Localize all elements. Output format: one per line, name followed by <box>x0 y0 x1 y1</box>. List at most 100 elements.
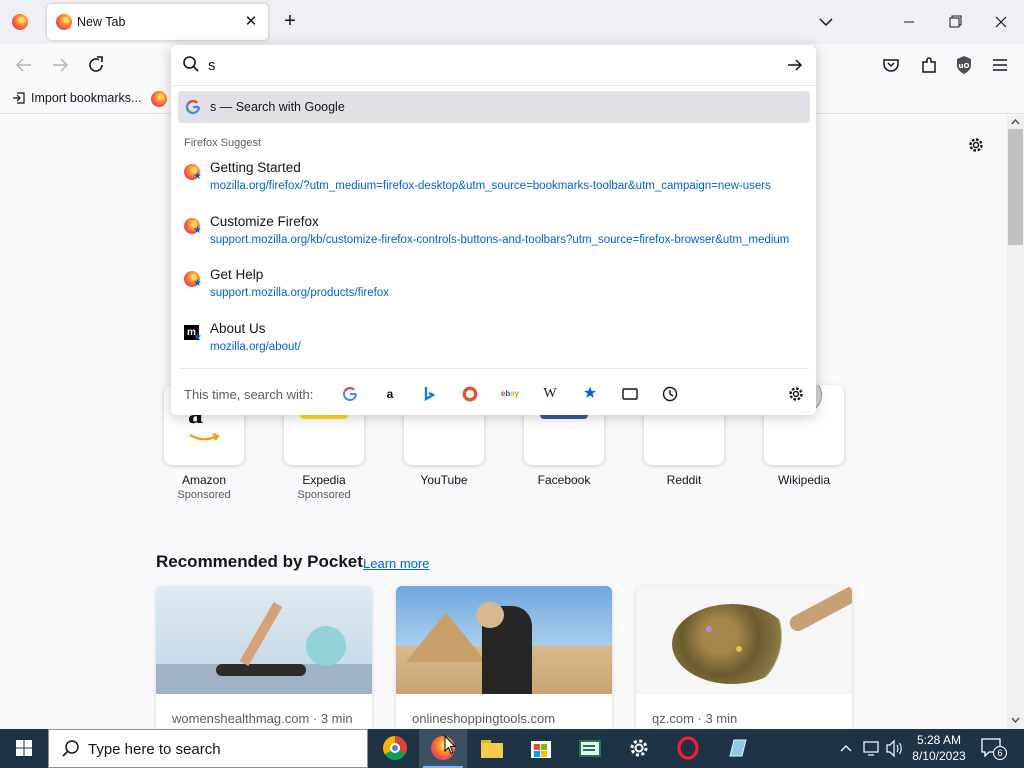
card-image <box>396 586 612 694</box>
google-icon[interactable] <box>340 384 360 404</box>
volume-icon[interactable] <box>884 729 904 768</box>
card-image <box>636 586 852 694</box>
tab-new-tab[interactable]: New Tab ✕ <box>47 4 268 40</box>
suggestion-title: Customize Firefox <box>210 214 319 229</box>
suggestion-row[interactable]: m ★ About Us mozilla.org/about/ <box>178 319 810 369</box>
restore-icon[interactable] <box>932 0 978 44</box>
personalize-gear-icon[interactable] <box>966 135 986 155</box>
scroll-down-icon[interactable] <box>1011 715 1020 724</box>
new-tab-button[interactable]: + <box>279 11 301 33</box>
tab-title: New Tab <box>77 15 126 29</box>
taskbar-app[interactable] <box>566 729 614 768</box>
taskbar-file-explorer[interactable] <box>468 729 516 768</box>
close-window-icon[interactable] <box>978 0 1024 44</box>
extensions-icon[interactable] <box>917 53 941 77</box>
top-site-label: YouTube <box>420 473 468 487</box>
taskbar-search-box[interactable]: Type here to search <box>48 729 368 768</box>
suggestion-title: Get Help <box>210 267 264 282</box>
forward-icon[interactable] <box>48 53 72 77</box>
store-icon <box>529 736 553 760</box>
bookmark-favicon: m ★ <box>184 325 204 345</box>
card-source: qz.com · 3 min <box>652 711 738 726</box>
taskbar-chrome[interactable] <box>371 729 419 768</box>
bookmark-star-icon: ★ <box>193 171 202 182</box>
ebay-icon[interactable]: ebay <box>500 384 520 404</box>
bing-icon[interactable] <box>420 384 440 404</box>
bookmark-favicon: ★ <box>184 218 204 238</box>
bookmarks-star-icon[interactable]: ★ <box>580 384 600 404</box>
mouse-cursor-icon <box>444 735 456 755</box>
notification-count-badge: 6 <box>993 746 1007 760</box>
close-tab-icon[interactable]: ✕ <box>241 12 261 32</box>
svg-text:uO: uO <box>959 62 970 70</box>
menu-icon[interactable] <box>988 53 1012 77</box>
minimize-icon[interactable] <box>886 0 932 44</box>
reload-icon[interactable] <box>84 53 108 77</box>
firefox-view-icon[interactable] <box>12 14 28 30</box>
taskbar-opera[interactable] <box>664 729 712 768</box>
suggestion-row[interactable]: ★ Get Help support.mozilla.org/products/… <box>178 265 810 315</box>
bookmark-favicon: ★ <box>184 271 204 291</box>
top-site-label: Expedia <box>302 473 346 487</box>
scroll-up-icon[interactable] <box>1011 118 1020 127</box>
pocket-icon[interactable] <box>879 53 903 77</box>
document-app-icon <box>578 736 602 760</box>
learn-more-link[interactable]: Learn more <box>363 556 429 571</box>
pocket-card[interactable]: onlineshoppingtools.com <box>396 586 612 729</box>
duckduckgo-icon[interactable] <box>460 384 480 404</box>
taskbar-store[interactable] <box>517 729 565 768</box>
pocket-card[interactable]: qz.com · 3 min <box>636 586 852 729</box>
suggestion-title: Getting Started <box>210 160 301 175</box>
bookmark-favicon: ★ <box>184 164 204 184</box>
go-arrow-icon[interactable] <box>785 55 805 75</box>
search-settings-gear-icon[interactable] <box>786 384 806 404</box>
network-icon[interactable] <box>862 729 880 768</box>
chevron-down-icon[interactable] <box>816 12 836 32</box>
tabs-icon[interactable] <box>620 384 640 404</box>
taskbar-settings[interactable] <box>615 729 663 768</box>
amazon-icon[interactable]: a <box>380 384 400 404</box>
urlbar-input[interactable] <box>208 54 768 76</box>
bookmark-star-icon: ★ <box>193 332 202 343</box>
suggestion-url: support.mozilla.org/kb/customize-firefox… <box>210 234 790 246</box>
action-center-button[interactable]: 6 <box>980 737 1007 761</box>
suggestion-url: support.mozilla.org/products/firefox <box>210 287 389 299</box>
bookmark-star-icon: ★ <box>193 278 202 289</box>
top-site-label: Facebook <box>537 473 591 487</box>
suggestion-row[interactable]: ★ Customize Firefox support.mozilla.org/… <box>178 212 810 262</box>
folder-icon <box>480 736 504 760</box>
search-icon <box>62 740 79 757</box>
top-site-label: Amazon <box>181 473 227 487</box>
clock-time: 5:28 AM <box>916 733 962 747</box>
card-source: onlineshoppingtools.com <box>412 711 556 726</box>
wikipedia-icon[interactable]: W <box>540 384 560 404</box>
pocket-card[interactable]: womenshealthmag.com · 3 min <box>156 586 372 729</box>
back-icon[interactable] <box>12 53 36 77</box>
taskbar-search-placeholder: Type here to search <box>88 741 221 758</box>
import-bookmarks-label: Import bookmarks... <box>31 91 142 105</box>
top-site-label: Wikipedia <box>777 473 831 487</box>
search-with-google-row[interactable]: s — Search with Google <box>178 91 810 123</box>
clock-date: 8/10/2023 <box>912 749 966 763</box>
google-icon <box>185 99 201 115</box>
show-hidden-icons-chevron-icon[interactable] <box>838 729 854 768</box>
suggestion-url: mozilla.org/firefox/?utm_medium=firefox-… <box>210 180 771 192</box>
pocket-heading: Recommended by Pocket <box>156 552 363 571</box>
page-scrollbar[interactable] <box>1007 115 1024 729</box>
scrollbar-thumb[interactable] <box>1008 129 1023 245</box>
notepad-icon <box>729 739 747 757</box>
taskbar-firefox[interactable] <box>419 729 467 768</box>
history-icon[interactable] <box>660 384 680 404</box>
suggestion-url: mozilla.org/about/ <box>210 341 301 353</box>
sponsored-label: Sponsored <box>177 489 231 501</box>
system-clock[interactable]: 5:28 AM 8/10/2023 <box>908 732 970 764</box>
suggestion-title: About Us <box>210 321 266 336</box>
windows-taskbar: Type here to search 5:28 AM 8/10/2023 6 <box>0 729 1024 768</box>
taskbar-app[interactable] <box>713 729 761 768</box>
windows-start-icon[interactable] <box>0 729 48 768</box>
import-bookmarks-button[interactable]: Import bookmarks... <box>12 91 141 105</box>
suggestion-row[interactable]: ★ Getting Started mozilla.org/firefox/?u… <box>178 158 810 208</box>
firefox-bookmark-icon[interactable] <box>151 91 167 107</box>
ublock-origin-icon[interactable]: uO <box>952 53 976 77</box>
search-with-google-label: s — Search with Google <box>210 100 345 114</box>
